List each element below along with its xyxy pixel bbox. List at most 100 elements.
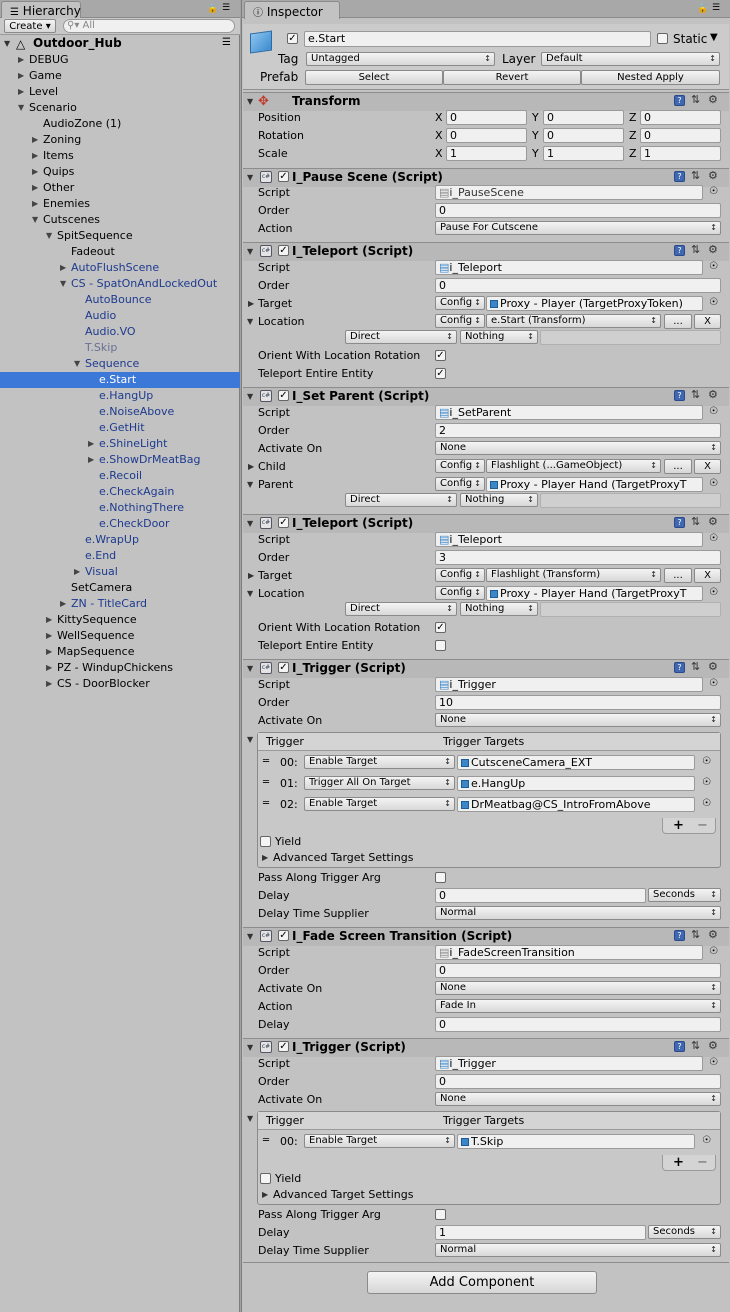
set-parent-child-ellipsis-button[interactable]: ...: [664, 459, 692, 474]
hierarchy-item[interactable]: ▶ e.ShineLight: [0, 436, 240, 452]
drag-handle-icon[interactable]: ═: [263, 1135, 269, 1146]
scale-axis-label[interactable]: Y: [532, 147, 539, 160]
transform-gear-icon[interactable]: ⚙: [708, 93, 718, 106]
hierarchy-item[interactable]: ▶ MapSequence: [0, 644, 240, 660]
trigger2-enabled-checkbox[interactable]: ✓: [278, 1041, 289, 1052]
pause-scene-script-field[interactable]: ▤i_PauseScene: [435, 185, 703, 200]
teleport1-target-field[interactable]: Proxy - Player (TargetProxyToken): [486, 296, 703, 311]
trigger2-advanced-foldout-icon[interactable]: ▶: [262, 1190, 268, 1199]
scale-axis-label[interactable]: X: [435, 147, 443, 160]
teleport2-order-field[interactable]: 3: [435, 550, 721, 565]
hierarchy-item[interactable]: ▶ DEBUG: [0, 52, 240, 68]
hierarchy-item[interactable]: e.NoiseAbove: [0, 404, 240, 420]
foldout-closed-icon[interactable]: ▶: [60, 599, 66, 608]
object-name-field[interactable]: e.Start: [304, 31, 651, 47]
trigger1-advanced-label[interactable]: Advanced Target Settings: [273, 851, 413, 864]
hierarchy-item[interactable]: e.CheckAgain: [0, 484, 240, 500]
teleport2-location-config-dropdown[interactable]: Config: [435, 586, 485, 600]
inspector-lock-icon[interactable]: 🔒: [697, 4, 708, 14]
fade-delay-field[interactable]: 0: [435, 1017, 721, 1032]
teleport1-enabled-checkbox[interactable]: ✓: [278, 245, 289, 256]
foldout-closed-icon[interactable]: ▶: [32, 199, 38, 208]
foldout-closed-icon[interactable]: ▶: [60, 263, 66, 272]
rotation-field[interactable]: 0: [640, 128, 721, 143]
set-parent-help-icon[interactable]: ?: [674, 390, 685, 401]
fade-order-field[interactable]: 0: [435, 963, 721, 978]
teleport1-direct-dropdown[interactable]: Direct: [345, 330, 457, 344]
pause-scene-foldout-icon[interactable]: ▼: [247, 173, 253, 182]
teleport1-target-foldout-icon[interactable]: ▶: [248, 299, 254, 308]
trigger1-advanced-foldout-icon[interactable]: ▶: [262, 853, 268, 862]
teleport1-location-ellipsis-button[interactable]: ...: [664, 314, 692, 329]
teleport2-target-dropdown[interactable]: Flashlight (Transform): [486, 568, 661, 582]
prefab-select-button[interactable]: Select: [305, 70, 443, 85]
trigger-target-field[interactable]: e.HangUp: [457, 776, 695, 791]
trigger-mode-dropdown[interactable]: Trigger All On Target: [304, 776, 455, 790]
pause-scene-preset-icon[interactable]: ⇅: [691, 169, 700, 182]
object-picker-icon[interactable]: ☉: [702, 777, 711, 788]
rotation-field[interactable]: 0: [543, 128, 624, 143]
scale-field[interactable]: 1: [446, 146, 527, 161]
hierarchy-item[interactable]: ▶ Zoning: [0, 132, 240, 148]
prefab-revert-button[interactable]: Revert: [443, 70, 581, 85]
foldout-closed-icon[interactable]: ▶: [32, 135, 38, 144]
layer-dropdown[interactable]: Default: [541, 52, 720, 66]
hierarchy-item[interactable]: e.CheckDoor: [0, 516, 240, 532]
fade-help-icon[interactable]: ?: [674, 930, 685, 941]
foldout-closed-icon[interactable]: ▶: [18, 71, 24, 80]
hierarchy-item[interactable]: e.HangUp: [0, 388, 240, 404]
hierarchy-item[interactable]: ▶ KittySequence: [0, 612, 240, 628]
tab-hierarchy[interactable]: ☰ Hierarchy: [1, 1, 81, 19]
foldout-closed-icon[interactable]: ▶: [46, 615, 52, 624]
fade-action-dropdown[interactable]: Fade In: [435, 999, 721, 1013]
tab-inspector[interactable]: ⓘ Inspector: [244, 1, 340, 19]
trigger2-delay-unit-dropdown[interactable]: Seconds: [648, 1225, 721, 1239]
hierarchy-item[interactable]: e.NothingThere: [0, 500, 240, 516]
prefab-nested-apply-button[interactable]: Nested Apply: [581, 70, 720, 85]
trigger-target-field[interactable]: CutsceneCamera_EXT: [457, 755, 695, 770]
rotation-axis-label[interactable]: Z: [629, 129, 637, 142]
set-parent-child-foldout-icon[interactable]: ▶: [248, 462, 254, 471]
hierarchy-item[interactable]: SetCamera: [0, 580, 240, 596]
set-parent-activate-dropdown[interactable]: None: [435, 441, 721, 455]
hierarchy-item[interactable]: Fadeout: [0, 244, 240, 260]
trigger2-preset-icon[interactable]: ⇅: [691, 1039, 700, 1052]
trigger-mode-dropdown[interactable]: Enable Target: [304, 1134, 455, 1148]
foldout-closed-icon[interactable]: ▶: [32, 151, 38, 160]
trigger-target-field[interactable]: DrMeatbag@CS_IntroFromAbove: [457, 797, 695, 812]
foldout-open-icon[interactable]: ▼: [32, 215, 38, 224]
inspector-menu-icon[interactable]: ☰: [712, 3, 720, 13]
hierarchy-item[interactable]: ▶ WellSequence: [0, 628, 240, 644]
position-field[interactable]: 0: [543, 110, 624, 125]
transform-foldout-icon[interactable]: ▼: [247, 97, 253, 106]
hierarchy-item[interactable]: ▶ PZ - WindupChickens: [0, 660, 240, 676]
trigger1-gear-icon[interactable]: ⚙: [708, 660, 718, 673]
set-parent-child-config-dropdown[interactable]: Config: [435, 459, 485, 473]
trigger2-help-icon[interactable]: ?: [674, 1041, 685, 1052]
drag-handle-icon[interactable]: ═: [263, 777, 269, 788]
object-picker-icon[interactable]: ☉: [702, 1135, 711, 1146]
object-picker-icon[interactable]: ☉: [709, 186, 718, 197]
transform-help-icon[interactable]: ?: [674, 95, 685, 106]
hierarchy-item[interactable]: Audio: [0, 308, 240, 324]
set-parent-parent-config-dropdown[interactable]: Config: [435, 477, 485, 491]
hierarchy-item[interactable]: ▼ Cutscenes: [0, 212, 240, 228]
foldout-closed-icon[interactable]: ▶: [32, 167, 38, 176]
teleport2-entire-checkbox[interactable]: [435, 640, 446, 651]
rotation-axis-label[interactable]: Y: [532, 129, 539, 142]
hierarchy-item[interactable]: e.GetHit: [0, 420, 240, 436]
hierarchy-item[interactable]: ▶ Visual: [0, 564, 240, 580]
trigger1-add-button[interactable]: +: [673, 818, 684, 833]
fade-gear-icon[interactable]: ⚙: [708, 928, 718, 941]
trigger2-advanced-label[interactable]: Advanced Target Settings: [273, 1188, 413, 1201]
trigger1-supplier-dropdown[interactable]: Normal: [435, 906, 721, 920]
trigger1-script-field[interactable]: ▤i_Trigger: [435, 677, 703, 692]
teleport2-target-config-dropdown[interactable]: Config: [435, 568, 485, 582]
trigger1-foldout-icon[interactable]: ▼: [247, 664, 253, 673]
scene-header-row[interactable]: ▼ △ Outdoor_Hub ☰: [0, 36, 240, 52]
object-picker-icon[interactable]: ☉: [709, 1057, 718, 1068]
hierarchy-item[interactable]: T.Skip: [0, 340, 240, 356]
hierarchy-item[interactable]: ▶ Enemies: [0, 196, 240, 212]
foldout-open-icon[interactable]: ▼: [46, 231, 52, 240]
position-field[interactable]: 0: [640, 110, 721, 125]
